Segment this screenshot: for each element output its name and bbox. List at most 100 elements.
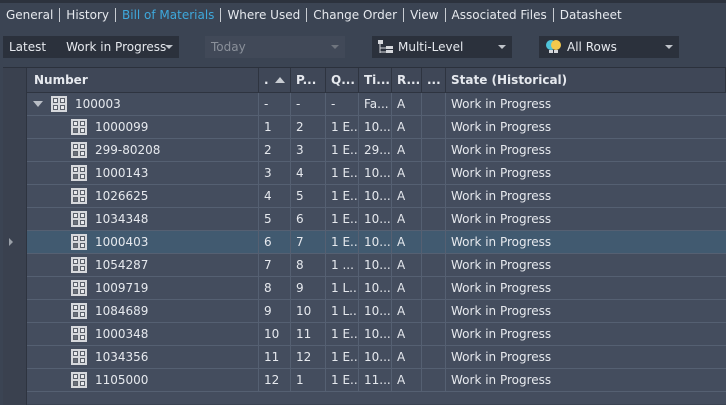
cell: 10... [359,116,392,138]
cell: 10... [359,231,392,253]
column-header-title[interactable]: Ti... [359,68,392,92]
chevron-down-icon [165,45,173,49]
bom-grid: Number . P... Q... Ti... R... ... State … [3,67,726,405]
cell: Work in Progress [451,304,552,318]
cell: 2 [291,116,326,138]
column-header-number[interactable]: Number [27,68,259,92]
revision-value: Work in Progress [66,40,167,54]
cell: 5 [291,185,326,207]
item-number: 1105000 [95,373,149,387]
top-border [0,0,726,3]
tab-view[interactable]: View [410,8,438,22]
column-header-revision[interactable]: R... [392,68,422,92]
table-row[interactable]: 1054287 7 8 1 ... 10... A Work in Progress [27,254,726,277]
table-row[interactable]: 299-80208 2 3 1 E... 29... A Work in Progress [27,139,726,162]
cell: 1 E... [326,116,359,138]
part-icon [71,211,87,227]
cell: 10... [359,208,392,230]
column-header-row-order[interactable]: . [259,68,291,92]
tab-where-used[interactable]: Where Used [227,8,300,22]
tab-separator [306,8,308,22]
cell: 6 [259,231,291,253]
cell: Work in Progress [451,97,552,111]
column-header-state[interactable]: State (Historical) [446,68,726,92]
item-number: 1026625 [95,189,149,203]
part-icon [71,326,87,342]
table-row[interactable]: 1000348 10 11 1 E... 10... A Work in Progress [27,323,726,346]
cell: A [392,300,422,322]
table-row[interactable]: 1034348 5 6 1 E... 10... A Work in Progress [27,208,726,231]
view-dropdown[interactable]: Multi-Level [372,36,512,58]
tab-general[interactable]: General [6,8,53,22]
part-icon [71,349,87,365]
cell: 8 [259,277,291,299]
revision-dropdown[interactable]: Latest Work in Progress [3,36,179,58]
table-row[interactable]: 1000403 6 7 1 E... 10... A Work in Progress [27,231,726,254]
cell [422,231,446,253]
cell: A [392,162,422,184]
revision-label: Latest [9,40,47,54]
cell: A [392,346,422,368]
tab-bill-of-materials[interactable]: Bill of Materials [122,8,214,22]
tab-separator [552,8,554,22]
cell: 11... [359,369,392,391]
table-row-root[interactable]: 100003 - - - Fa... A Work in Progress [27,93,726,116]
cell: 1 ... [326,254,359,276]
column-header-position[interactable]: P... [291,68,326,92]
table-row[interactable]: 1000143 3 4 1 E... 10... A Work in Progress [27,162,726,185]
part-icon [71,257,87,273]
cell: 10... [359,300,392,322]
item-number: 1000403 [95,235,149,249]
part-icon [71,119,87,135]
cell: 5 [259,208,291,230]
cell: Work in Progress [451,235,552,249]
tab-associated-files[interactable]: Associated Files [452,8,547,22]
cell: Work in Progress [451,327,552,341]
item-number: 299-80208 [95,143,161,157]
item-number: 1000348 [95,327,149,341]
table-row[interactable]: 1105000 12 1 1 E... 11... A Work in Progress [27,369,726,392]
tab-change-order[interactable]: Change Order [313,8,397,22]
cell: 3 [291,139,326,161]
collapse-triangle-icon[interactable] [33,101,43,107]
multi-level-icon [378,40,393,53]
cell: A [392,185,422,207]
part-icon [71,372,87,388]
item-number: 1034356 [95,350,149,364]
cell [422,323,446,345]
cell: - [326,93,359,115]
cell [422,300,446,322]
cell: 10... [359,254,392,276]
cell: 10 [291,300,326,322]
table-row[interactable]: 1026625 4 5 1 E... 10... A Work in Progress [27,185,726,208]
cell: A [392,116,422,138]
cell [422,254,446,276]
cell: 1 [259,116,291,138]
sort-ascending-icon [274,77,285,83]
table-row[interactable]: 1084689 9 10 1 L... 10... A Work in Progress [27,300,726,323]
cell: 10... [359,162,392,184]
part-icon [71,188,87,204]
cell: 6 [291,208,326,230]
cell: 10... [359,346,392,368]
tab-bar: General History Bill of Materials Where Use… [6,7,622,23]
current-row-indicator-icon [9,238,13,246]
tab-datasheet[interactable]: Datasheet [560,8,622,22]
row-filter-dropdown[interactable]: All Rows [539,36,679,58]
cell: 1 E... [326,208,359,230]
column-header-quantity[interactable]: Q... [326,68,359,92]
part-icon [71,142,87,158]
cell: 4 [259,185,291,207]
cell: 9 [291,277,326,299]
table-row[interactable]: 1009719 8 9 1 L... 10... A Work in Progress [27,277,726,300]
cell: - [259,93,291,115]
cell [422,346,446,368]
table-row[interactable]: 1034356 11 12 1 E... 10... A Work in Progress [27,346,726,369]
chevron-down-icon [331,45,339,49]
cell: 29... [359,139,392,161]
cell: 1 E... [326,231,359,253]
table-row[interactable]: 1000099 1 2 1 E... 10... A Work in Progress [27,116,726,139]
column-header-more[interactable]: ... [422,68,446,92]
tab-history[interactable]: History [66,8,109,22]
cell: 1 E... [326,369,359,391]
